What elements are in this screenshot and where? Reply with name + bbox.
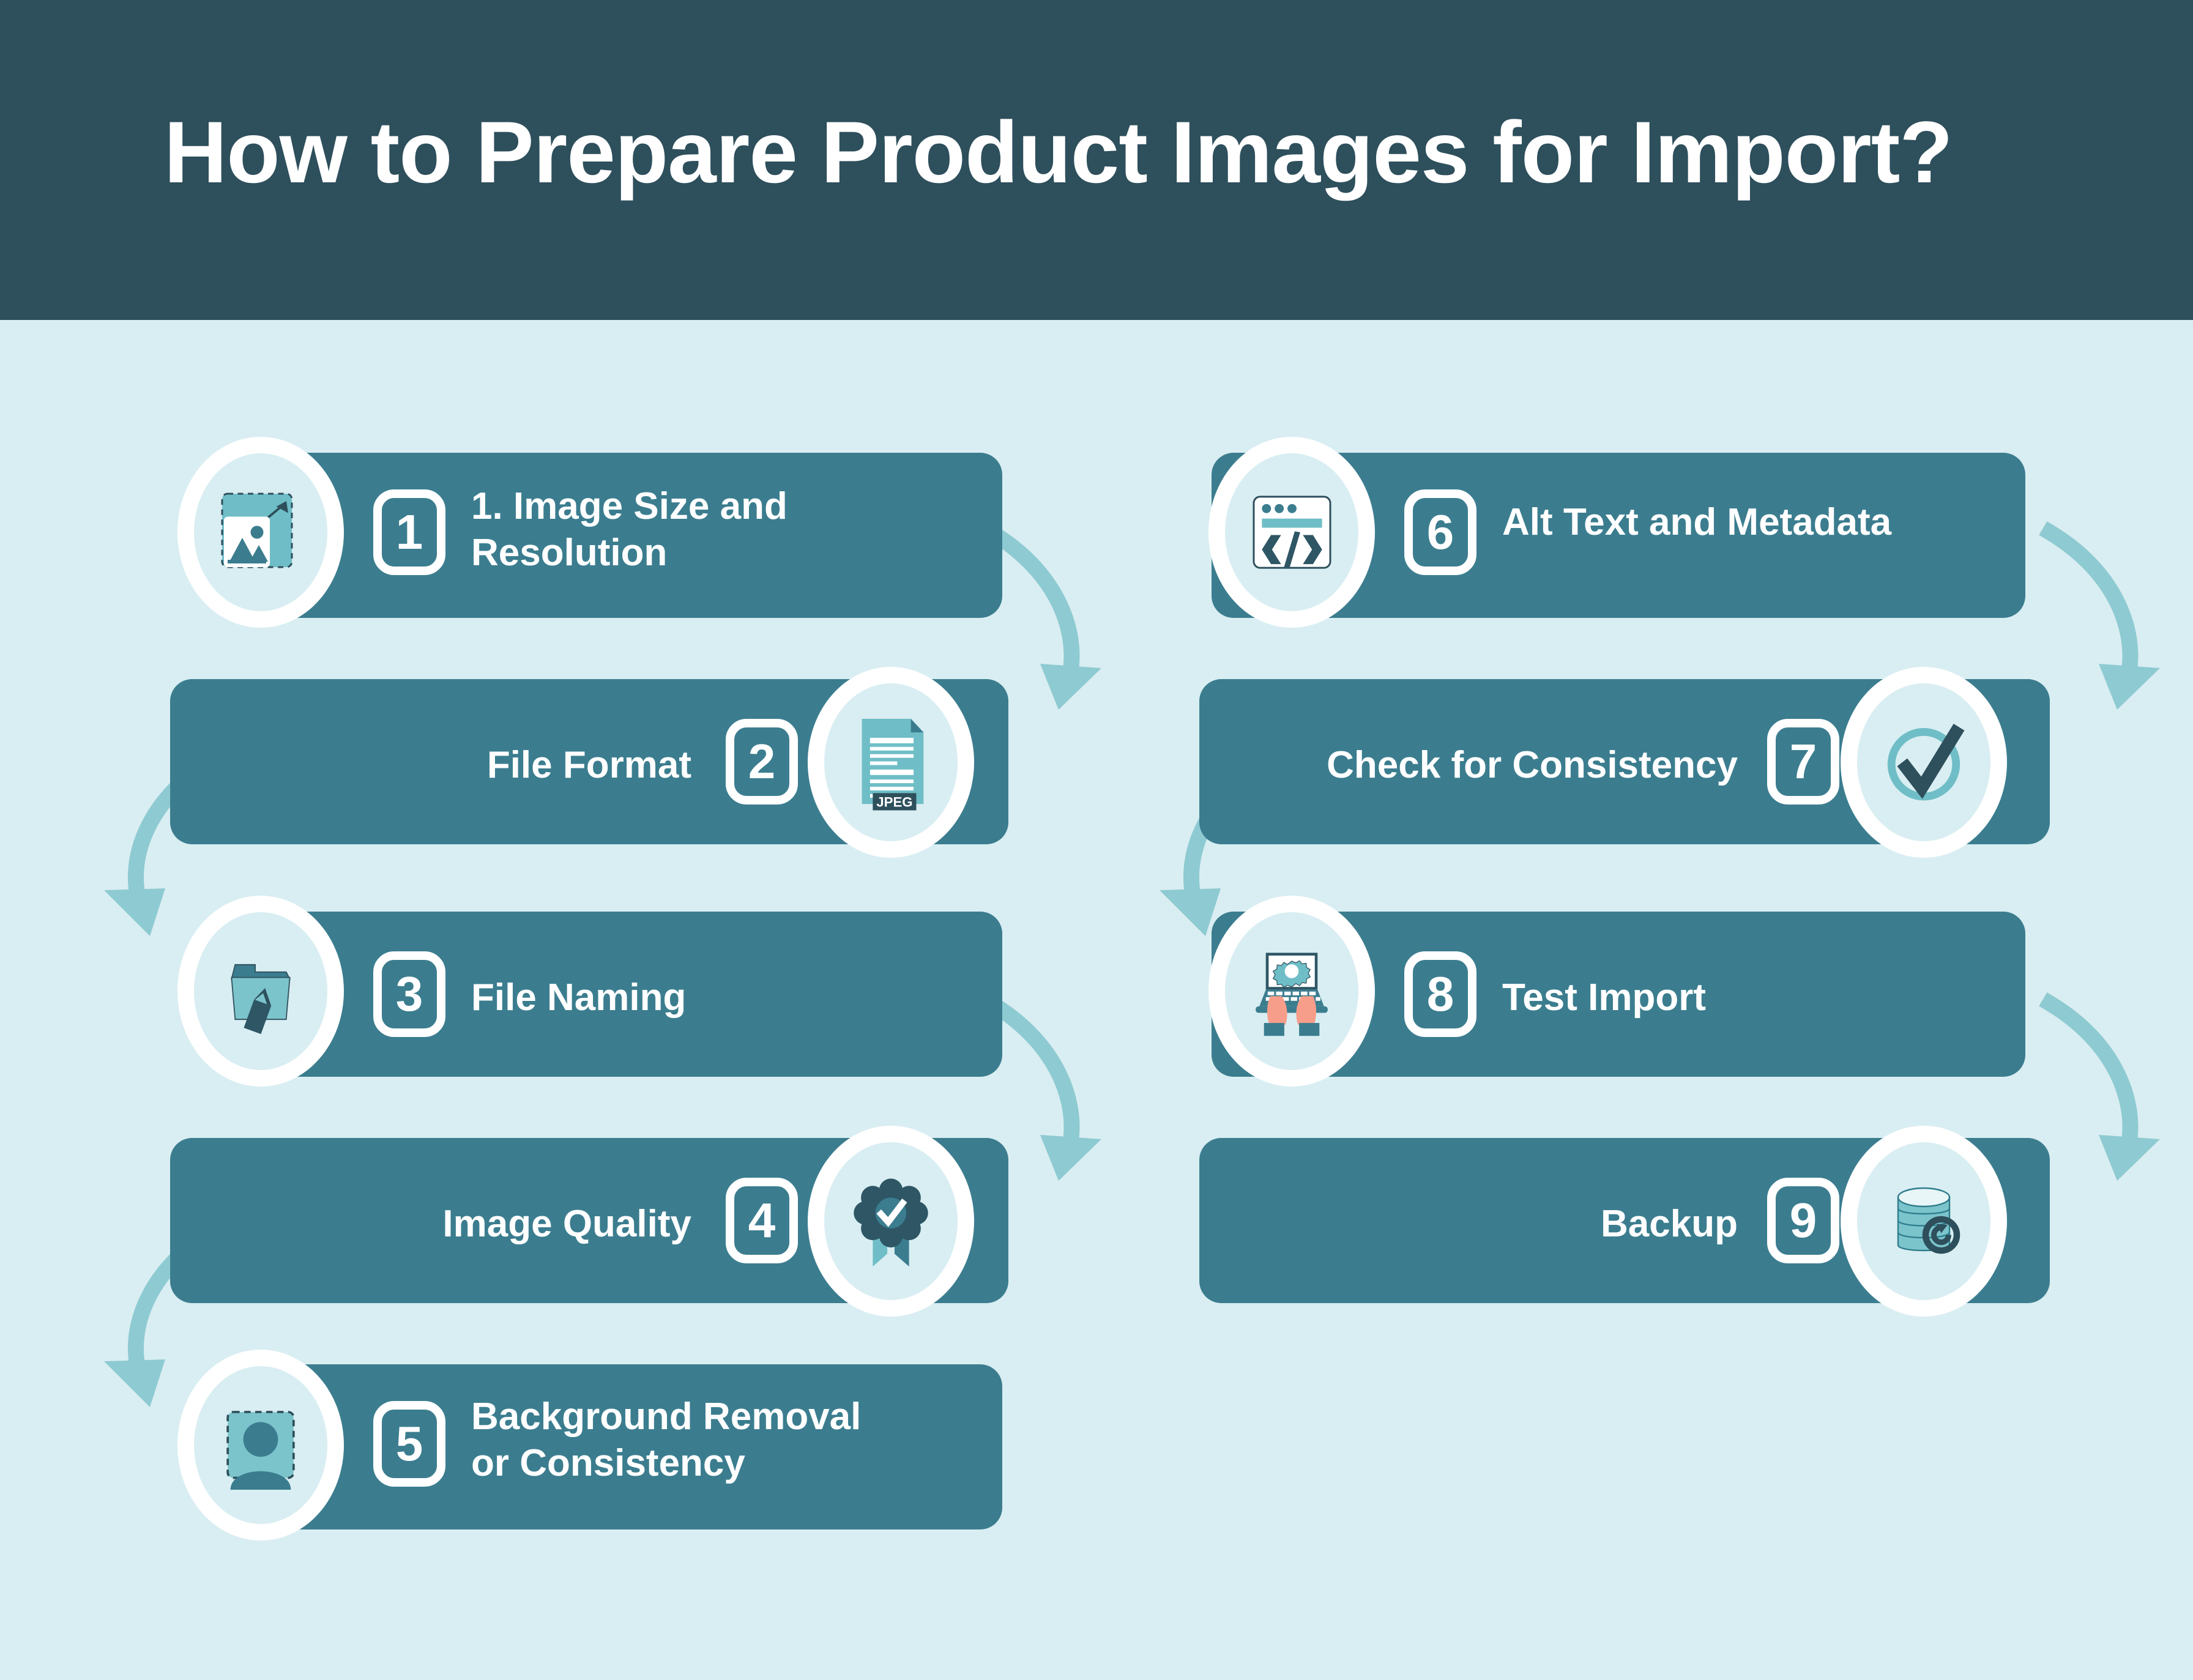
step-number-badge-9: 9 [1767,1178,1839,1263]
step-icon-medallion-7 [1841,667,2007,858]
step-label-1: 1. Image Size and Resolution [471,485,787,574]
step-label-9: Backup [1601,1203,1738,1245]
jpeg-document-icon: JPEG [845,713,937,811]
laptop-gear-hands-icon [1243,945,1341,1037]
step-label-6: Alt Text and Metadata [1502,501,1892,543]
step-label-7: Check for Consistency [1327,744,1738,786]
circle-check-icon [1875,713,1973,811]
step-label-3: File Naming [471,976,687,1019]
step-label-5: Background Removal or Consistency [471,1396,862,1484]
step-icon-medallion-1 [177,437,344,628]
step-label-4: Image Quality [442,1203,691,1245]
folder-pencil-icon [215,948,307,1034]
arrow-step8-to-step9 [2038,992,2172,1181]
step-label-8: Test Import [1502,976,1706,1019]
code-window-icon [1245,489,1339,575]
arrow-step6-to-step7 [2038,521,2172,710]
flow-diagram: 1. Image Size and Resolution 1 File Form… [0,0,2193,1680]
step-number-badge-8: 8 [1404,951,1476,1037]
step-number-badge-3: 3 [373,951,445,1037]
award-badge-check-icon [845,1172,937,1270]
step-number-badge-7: 7 [1767,719,1839,805]
image-resize-icon [215,486,307,578]
step-icon-medallion-9 [1841,1126,2007,1317]
step-number-badge-2: 2 [726,719,798,805]
step-number-badge-1: 1 [373,489,445,575]
step-icon-medallion-3 [177,896,344,1087]
step-icon-medallion-4 [808,1126,974,1317]
step-label-2: File Format [486,744,691,786]
step-icon-medallion-5 [177,1350,344,1541]
step-icon-medallion-8 [1208,896,1375,1087]
step-number-badge-6: 6 [1404,489,1476,575]
jpeg-label: JPEG [876,795,912,810]
step-icon-medallion-2: JPEG [808,667,974,858]
step-number-badge-4: 4 [726,1178,798,1263]
step-icon-medallion-6 [1208,437,1375,628]
database-refresh-icon [1878,1175,1970,1267]
step-number-badge-5: 5 [373,1401,445,1487]
person-cutout-icon [215,1401,307,1490]
